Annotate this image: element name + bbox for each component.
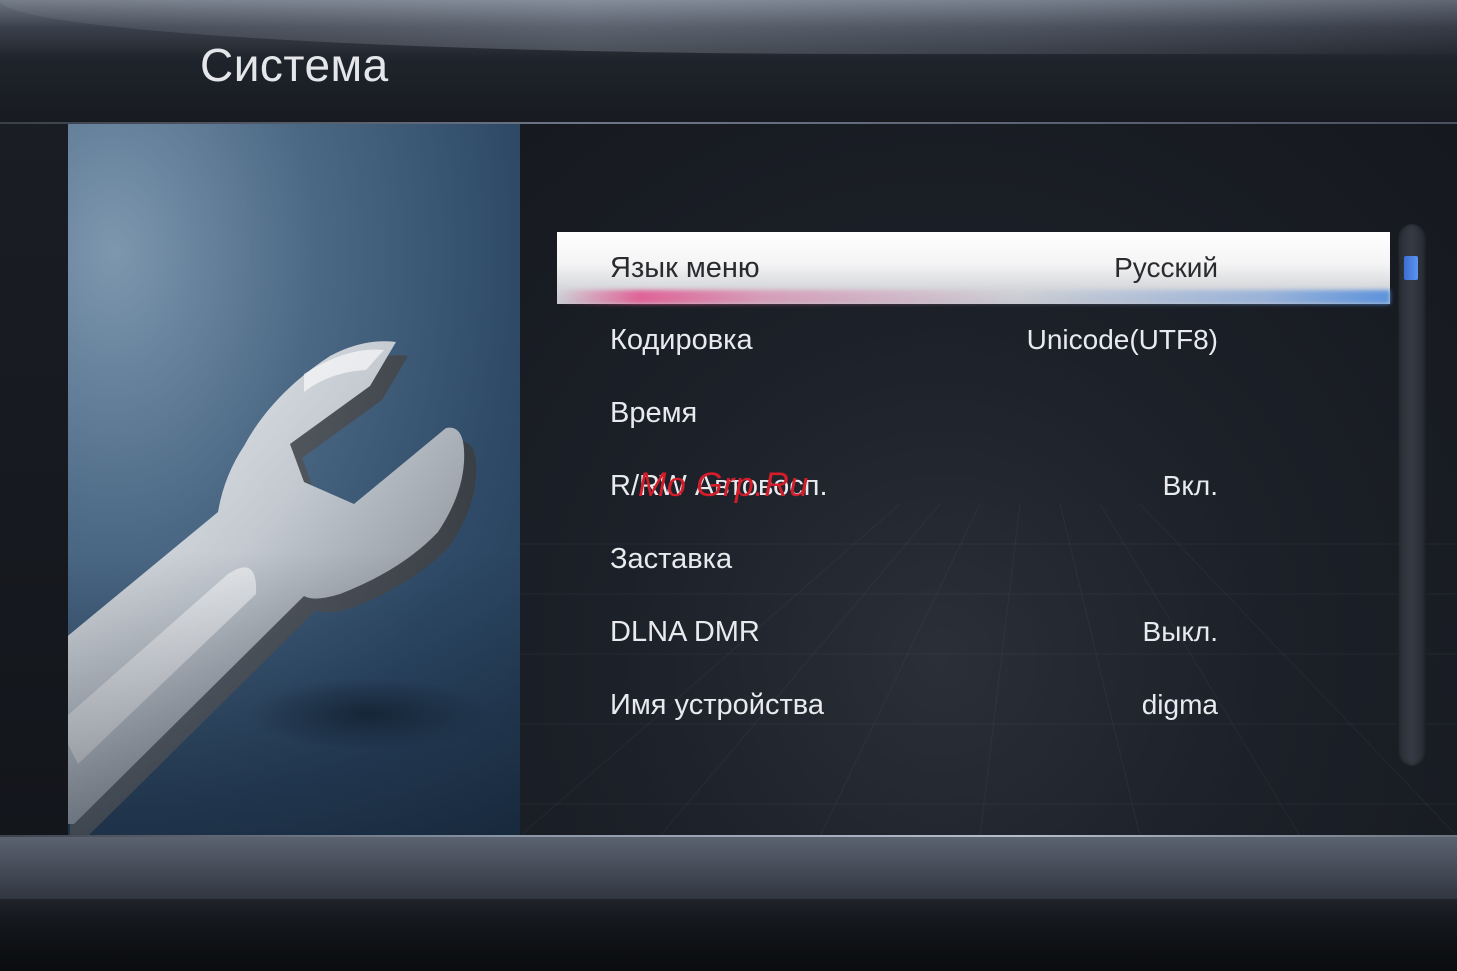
page-title: Система — [200, 39, 389, 91]
menu-item-label: Время — [610, 397, 698, 429]
system-illustration — [68, 124, 520, 836]
left-edge-panel — [0, 124, 68, 836]
menu-item-time[interactable]: Время — [557, 377, 1390, 450]
menu-item-language[interactable]: Язык меню Русский — [557, 232, 1390, 304]
menu-item-device-name[interactable]: Имя устройства digma — [557, 669, 1390, 742]
menu-item-value: digma — [1141, 689, 1218, 720]
footer-bar — [0, 837, 1457, 971]
menu-item-label: Заставка — [610, 543, 733, 575]
menu-item-label: Имя устройства — [610, 689, 824, 721]
scrollbar[interactable] — [1398, 224, 1426, 766]
menu-item-value: Русский — [1114, 252, 1218, 283]
menu-item-encoding[interactable]: Кодировка Unicode(UTF8) — [557, 304, 1390, 377]
menu-item-label: Язык меню — [610, 252, 760, 284]
wrench-icon — [68, 341, 488, 836]
menu-item-label: DLNA DMR — [610, 616, 760, 648]
menu-item-dlna-dmr[interactable]: DLNA DMR Выкл. — [557, 596, 1390, 669]
menu-item-value: Unicode(UTF8) — [1026, 324, 1218, 355]
menu-item-label: Кодировка — [610, 324, 753, 356]
menu-item-screensaver[interactable]: Заставка — [557, 523, 1390, 596]
watermark: Mo Grp.Ru — [638, 466, 809, 504]
scrollbar-thumb[interactable] — [1404, 256, 1418, 280]
menu-item-value: Вкл. — [1162, 470, 1218, 501]
menu-item-value: Выкл. — [1142, 616, 1218, 647]
